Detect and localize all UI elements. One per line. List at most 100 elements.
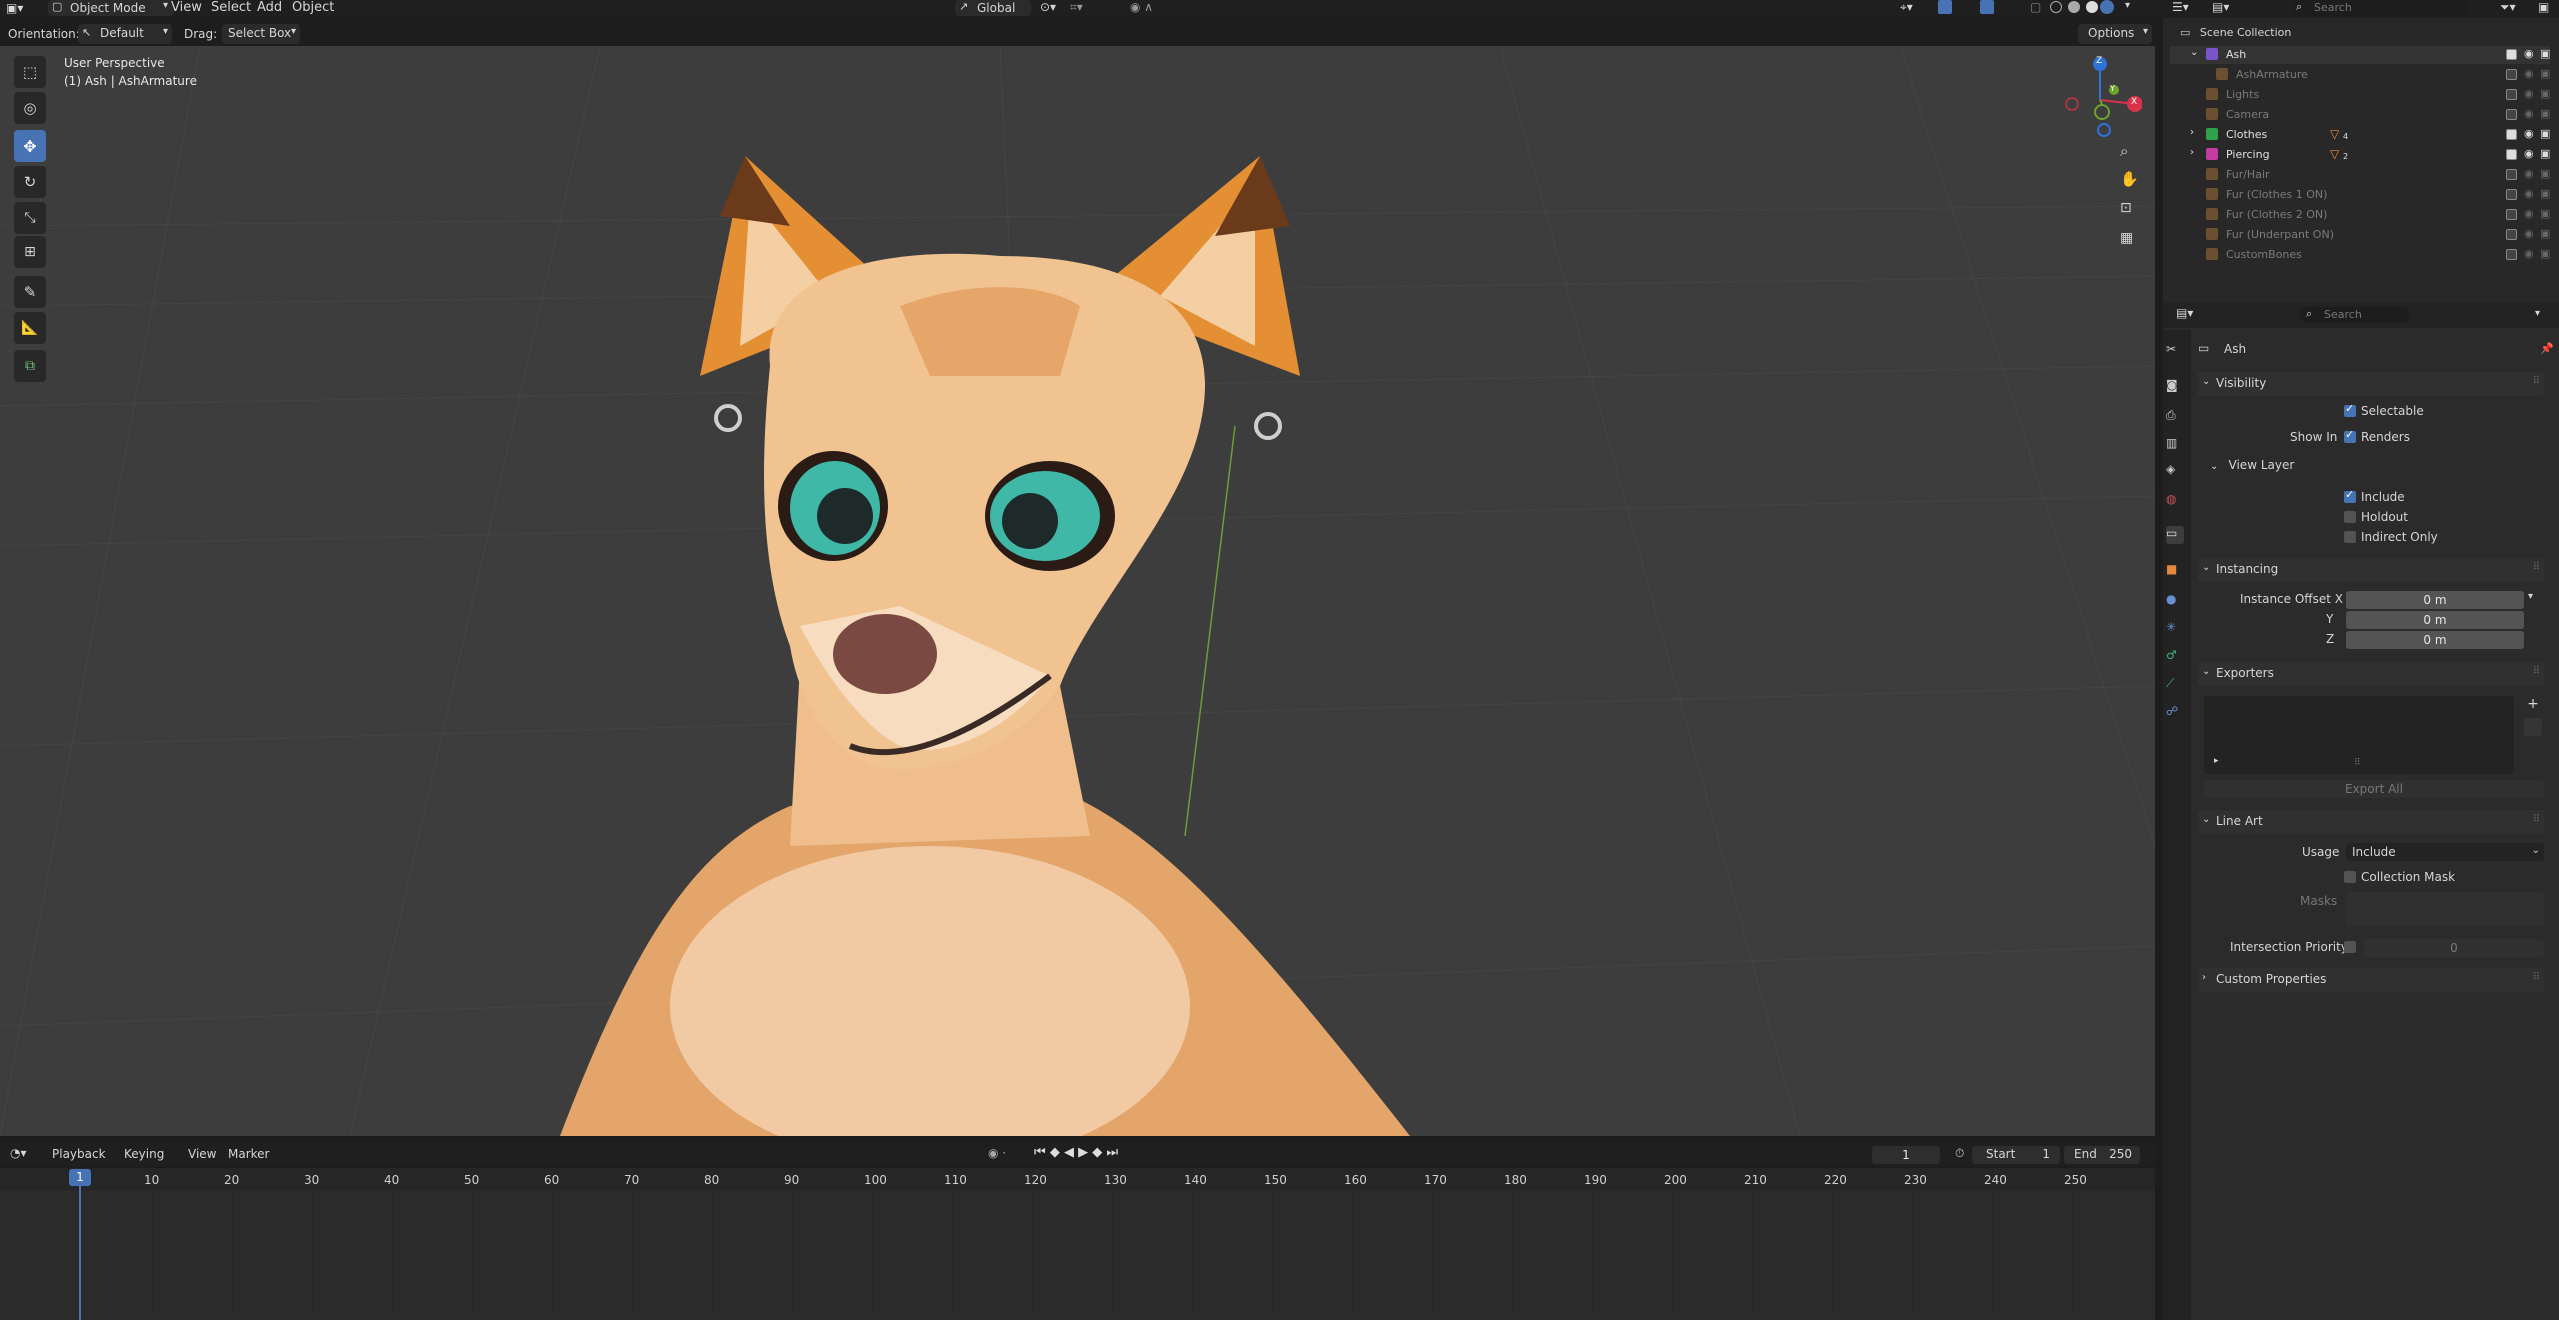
camera-icon[interactable]: ▣ <box>2540 147 2550 160</box>
outliner-row[interactable]: › Piercing ▽ 2 ◉ ▣ <box>2170 146 2550 164</box>
options-button[interactable]: Options ▾ <box>2078 24 2152 44</box>
clock-icon[interactable]: ⏱ <box>1955 1146 1964 1161</box>
custom-properties-panel-header[interactable]: › Custom Properties ⠿ <box>2198 968 2544 992</box>
properties-options-icon[interactable]: ▾ <box>2535 308 2540 319</box>
usage-select[interactable]: Include ⌄ <box>2346 843 2544 861</box>
world-tab-icon[interactable]: ◍ <box>2166 492 2184 510</box>
intersection-priority-field[interactable]: 0 <box>2364 939 2544 957</box>
jump-end-icon[interactable]: ⏭ <box>1106 1145 1118 1160</box>
jump-start-icon[interactable]: ⏮ <box>1034 1145 1046 1160</box>
collection-mask-checkbox[interactable] <box>2344 871 2356 883</box>
camera-icon[interactable]: ▣ <box>2540 227 2550 240</box>
exclude-checkbox[interactable] <box>2506 49 2517 60</box>
outliner-row[interactable]: Fur (Clothes 1 ON) ◉ ▣ <box>2170 186 2550 204</box>
scale-tool[interactable]: ⤡ <box>14 202 46 234</box>
instance-offset-z-field[interactable]: 0 m <box>2346 631 2524 649</box>
exclude-checkbox[interactable] <box>2506 249 2517 260</box>
exclude-checkbox[interactable] <box>2506 189 2517 200</box>
eye-icon[interactable]: ◉ <box>2524 107 2534 120</box>
intersection-priority-checkbox[interactable] <box>2344 941 2356 953</box>
new-collection-icon[interactable]: ▣ <box>2538 0 2549 14</box>
shading-options-icon[interactable]: ▾ <box>2125 0 2130 11</box>
next-keyframe-icon[interactable]: ◆ <box>1092 1145 1102 1160</box>
indirect-only-checkbox[interactable] <box>2344 531 2356 543</box>
outliner-row[interactable]: Lights ◉ ▣ <box>2170 86 2550 104</box>
exporters-panel-header[interactable]: ⌄ Exporters ⠿ <box>2198 662 2544 686</box>
expand-arrow-icon[interactable]: › <box>2190 127 2194 138</box>
ortho-grid-icon[interactable]: ▦ <box>2120 230 2133 246</box>
eye-icon[interactable]: ◉ <box>2524 67 2534 80</box>
constraints-tab-icon[interactable]: ⟋ <box>2166 676 2184 694</box>
timeline-editor-icon[interactable]: ◔▾ <box>10 1146 27 1160</box>
drag-handle-icon[interactable]: ⠿ <box>2533 376 2540 387</box>
exporter-menu-button[interactable] <box>2524 718 2542 736</box>
pivot-icon[interactable]: ⊙▾ <box>1040 0 1056 14</box>
view-layer-tab-icon[interactable]: ▥ <box>2166 436 2184 454</box>
exclude-checkbox[interactable] <box>2506 149 2517 160</box>
xray-icon[interactable]: ▢ <box>2030 0 2041 14</box>
output-tab-icon[interactable]: ⎙ <box>2166 408 2184 426</box>
render-tab-icon[interactable]: ◙ <box>2166 378 2184 396</box>
exclude-checkbox[interactable] <box>2506 109 2517 120</box>
playback-menu[interactable]: Playback <box>52 1147 106 1161</box>
transform-orientation[interactable]: ↗ Global <box>955 0 1031 16</box>
view-layer-subpanel[interactable]: ⌄ View Layer <box>2210 458 2294 478</box>
filter-icon[interactable]: ⏷▾ <box>2500 0 2516 15</box>
exporters-list[interactable]: ▸ ⠿ <box>2204 696 2514 774</box>
move-tool[interactable]: ✥ <box>14 130 46 162</box>
play-icon[interactable]: ▶ <box>1078 1145 1088 1160</box>
gizmo-toggle-icon[interactable] <box>1938 0 1952 14</box>
outliner-row[interactable]: › Clothes ▽ 4 ◉ ▣ <box>2170 126 2550 144</box>
orientation-select[interactable]: ↖ Default ▾ <box>78 24 172 44</box>
outliner-row[interactable]: Fur (Clothes 2 ON) ◉ ▣ <box>2170 206 2550 224</box>
outliner-row[interactable]: Fur (Underpant ON) ◉ ▣ <box>2170 226 2550 244</box>
camera-icon[interactable]: ▣ <box>2540 87 2550 100</box>
resize-handle-icon[interactable]: ⠿ <box>2354 758 2361 768</box>
exclude-checkbox[interactable] <box>2506 229 2517 240</box>
eye-icon[interactable]: ◉ <box>2524 227 2534 240</box>
camera-icon[interactable]: ▣ <box>2540 67 2550 80</box>
annotate-tool[interactable]: ✎ <box>14 276 46 308</box>
physics-tab-icon[interactable]: ♂ <box>2166 648 2184 666</box>
include-checkbox[interactable] <box>2344 488 2356 503</box>
drag-handle-icon[interactable]: ⠿ <box>2533 666 2540 677</box>
display-mode-icon[interactable]: ▤▾ <box>2212 0 2229 14</box>
outliner-search[interactable]: ⌕ Search <box>2290 0 2470 16</box>
camera-icon[interactable]: ▣ <box>2540 187 2550 200</box>
eye-icon[interactable]: ◉ <box>2524 147 2534 160</box>
outliner-row[interactable]: AshArmature ◉ ▣ <box>2170 66 2550 84</box>
camera-icon[interactable]: ▣ <box>2540 167 2550 180</box>
eye-icon[interactable]: ◉ <box>2524 187 2534 200</box>
proportional-edit-icon[interactable]: ◉ ∧ <box>1130 0 1153 14</box>
eye-icon[interactable]: ◉ <box>2524 167 2534 180</box>
add-exporter-button[interactable]: + <box>2524 696 2542 714</box>
expand-arrow-icon[interactable]: ⌄ <box>2190 47 2198 58</box>
measure-tool[interactable]: 📐 <box>14 312 46 344</box>
data-tab-icon[interactable]: ☍ <box>2166 704 2184 722</box>
camera-icon[interactable]: ▣ <box>2540 47 2550 60</box>
camera-icon[interactable]: ▣ <box>2540 127 2550 140</box>
object-tab-icon[interactable]: ■ <box>2166 562 2184 580</box>
modifier-tab-icon[interactable]: ● <box>2166 592 2184 610</box>
drag-handle-icon[interactable]: ⠿ <box>2533 972 2540 983</box>
playhead-marker[interactable]: 1 <box>69 1169 91 1186</box>
add-cube-tool[interactable]: ⧉ <box>14 350 46 382</box>
line-art-panel-header[interactable]: ⌄ Line Art ⠿ <box>2198 810 2544 834</box>
menu-select[interactable]: Select <box>211 0 251 16</box>
keying-menu[interactable]: Keying <box>124 1147 164 1161</box>
shading-material-icon[interactable] <box>2086 1 2098 13</box>
masks-grid[interactable] <box>2346 892 2544 926</box>
eye-icon[interactable]: ◉ <box>2524 247 2534 260</box>
viewport-3d[interactable]: User Perspective (1) Ash | AshArmature Z… <box>0 46 2155 1136</box>
exclude-checkbox[interactable] <box>2506 169 2517 180</box>
transform-tool[interactable]: ⊞ <box>14 236 46 268</box>
expand-arrow-icon[interactable]: › <box>2190 147 2194 158</box>
outliner-row[interactable]: Camera ◉ ▣ <box>2170 106 2550 124</box>
outliner-row[interactable]: ⌄ Ash ◉ ▣ <box>2170 46 2550 64</box>
eye-icon[interactable]: ◉ <box>2524 127 2534 140</box>
drag-handle-icon[interactable]: ⠿ <box>2533 562 2540 573</box>
tool-tab-icon[interactable]: ✂ <box>2166 342 2184 360</box>
exclude-checkbox[interactable] <box>2506 69 2517 80</box>
menu-view[interactable]: View <box>171 0 202 16</box>
camera-icon[interactable]: ▣ <box>2540 107 2550 120</box>
